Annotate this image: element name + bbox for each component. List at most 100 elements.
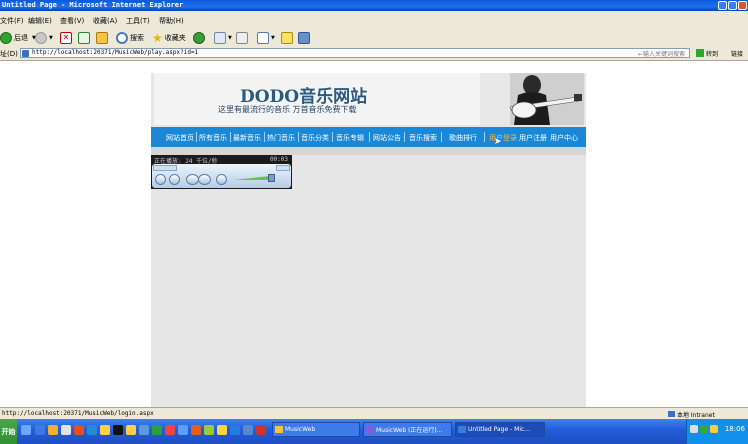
quicklaunch-icon[interactable] — [256, 425, 266, 435]
forward-button[interactable]: ▼ — [35, 31, 53, 45]
quicklaunch-icon[interactable] — [178, 425, 188, 435]
nav-announcement[interactable]: 网站公告 — [373, 133, 401, 143]
toolbar: 后退 ▼ ▼ ✕ 搜索 ★ 收藏夹 ▼ ▼ — [0, 29, 748, 48]
taskbar-task[interactable]: MusicWeb — [272, 422, 360, 437]
quicklaunch-icon[interactable] — [100, 425, 110, 435]
mute-button[interactable] — [216, 174, 227, 185]
quicklaunch-icon[interactable] — [204, 425, 214, 435]
go-arrow-icon — [696, 49, 704, 57]
stop-button[interactable] — [169, 174, 180, 185]
refresh-button[interactable] — [78, 31, 92, 45]
nav-underline-bar — [151, 147, 586, 155]
start-button[interactable]: 开始 — [0, 419, 17, 444]
window-title-bar[interactable]: Untitled Page - Microsoft Internet Explo… — [0, 0, 748, 11]
minimize-button[interactable] — [718, 1, 727, 10]
nav-new-music[interactable]: 最新音乐 — [233, 133, 261, 143]
clock[interactable]: 18:06 — [725, 425, 745, 433]
menu-favorites[interactable]: 收藏(A) — [93, 16, 117, 26]
nav-home[interactable]: 网站首页 — [166, 133, 194, 143]
nav-music-album[interactable]: 音乐专辑 — [336, 133, 364, 143]
quicklaunch-icon[interactable] — [191, 425, 201, 435]
menu-help[interactable]: 帮助(H) — [159, 16, 184, 26]
menu-file[interactable]: 文件(F) — [0, 16, 24, 26]
tray-icon[interactable] — [710, 425, 718, 433]
edit-icon — [257, 32, 269, 44]
site-banner: DODO音乐网站 这里有最流行的音乐 万首音乐免费下载 — [154, 73, 584, 125]
history-button[interactable] — [193, 31, 207, 45]
stop-icon: ✕ — [60, 32, 72, 44]
star-icon: ★ — [152, 31, 163, 45]
print-button[interactable] — [236, 31, 250, 45]
messenger-button[interactable] — [298, 31, 312, 45]
address-search-hint: ←输入关键词搜索 — [637, 51, 685, 58]
quicklaunch-icon[interactable] — [126, 425, 136, 435]
quicklaunch-icon[interactable] — [139, 425, 149, 435]
nav-music-category[interactable]: 音乐分类 — [301, 133, 329, 143]
refresh-icon — [78, 32, 90, 44]
home-button[interactable] — [96, 31, 110, 45]
search-button[interactable]: 搜索 — [116, 31, 144, 45]
discuss-button[interactable] — [281, 31, 295, 45]
back-label: 后退 — [14, 34, 28, 42]
nav-separator — [441, 132, 442, 142]
edit-button[interactable]: ▼ — [257, 31, 275, 45]
quicklaunch-icon[interactable] — [61, 425, 71, 435]
search-label: 搜索 — [130, 34, 144, 42]
menu-tools[interactable]: 工具(T) — [126, 16, 150, 26]
start-label: 开始 — [1, 427, 16, 436]
nav-separator — [404, 132, 405, 142]
nav-hot-music[interactable]: 热门音乐 — [267, 133, 295, 143]
player-menu-button[interactable] — [276, 165, 290, 171]
links-label[interactable]: 链接 — [731, 49, 743, 58]
ie-icon[interactable] — [35, 425, 45, 435]
folder-icon — [275, 426, 283, 433]
quicklaunch-icon[interactable] — [87, 425, 97, 435]
quicklaunch-icon[interactable] — [217, 425, 227, 435]
quicklaunch-icon[interactable] — [48, 425, 58, 435]
desktop-icon[interactable] — [21, 425, 31, 435]
nav-separator — [484, 132, 485, 142]
stop-button[interactable]: ✕ — [60, 31, 74, 45]
nav-user-center[interactable]: 用户中心 — [550, 133, 578, 143]
back-arrow-icon — [0, 32, 12, 44]
quicklaunch-icon[interactable] — [243, 425, 253, 435]
volume-slider[interactable] — [234, 176, 270, 180]
nav-song-ranking[interactable]: 歌曲排行 — [449, 133, 477, 143]
nav-separator — [264, 132, 265, 142]
nav-all-music[interactable]: 所有音乐 — [199, 133, 227, 143]
favorites-button[interactable]: ★ 收藏夹 — [152, 31, 186, 45]
pause-button[interactable] — [155, 174, 166, 185]
quicklaunch-icon[interactable] — [74, 425, 84, 435]
menu-edit[interactable]: 编辑(E) — [28, 16, 52, 26]
player-time: 00:03 — [269, 156, 288, 163]
address-input[interactable]: http://localhost:20371/MusicWeb/play.asp… — [20, 48, 690, 58]
volume-thumb[interactable] — [268, 174, 275, 182]
mail-button[interactable]: ▼ — [214, 31, 232, 45]
next-button[interactable] — [198, 174, 211, 185]
messenger-icon — [298, 32, 310, 44]
quicklaunch-icon[interactable] — [113, 425, 123, 435]
forward-arrow-icon — [35, 32, 47, 44]
window-title: Untitled Page - Microsoft Internet Explo… — [2, 1, 184, 9]
quicklaunch-icon[interactable] — [152, 425, 162, 435]
seek-bar[interactable] — [153, 165, 177, 171]
maximize-button[interactable] — [728, 1, 737, 10]
menu-view[interactable]: 查看(V) — [60, 16, 84, 26]
tray-icon[interactable] — [690, 425, 698, 433]
intranet-icon — [668, 411, 675, 417]
nav-music-search[interactable]: 音乐搜索 — [409, 133, 437, 143]
back-button[interactable]: 后退 ▼ — [0, 31, 36, 45]
taskbar-task[interactable]: Untitled Page - Mic... — [455, 422, 545, 437]
taskbar-task[interactable]: MusicWeb (正在运行)... — [363, 422, 452, 437]
tray-icon[interactable] — [700, 425, 708, 433]
print-icon — [236, 32, 248, 44]
quicklaunch-icon[interactable] — [165, 425, 175, 435]
nav-user-register[interactable]: 用户注册 — [519, 133, 547, 143]
address-label: 址(D) — [0, 50, 18, 58]
mail-icon — [214, 32, 226, 44]
security-zone-label: 本地 Intranet — [677, 412, 715, 419]
close-button[interactable] — [738, 1, 747, 10]
go-button[interactable]: 转到 — [696, 48, 718, 58]
chevron-down-icon: ▼ — [49, 35, 53, 41]
quicklaunch-icon[interactable] — [230, 425, 240, 435]
